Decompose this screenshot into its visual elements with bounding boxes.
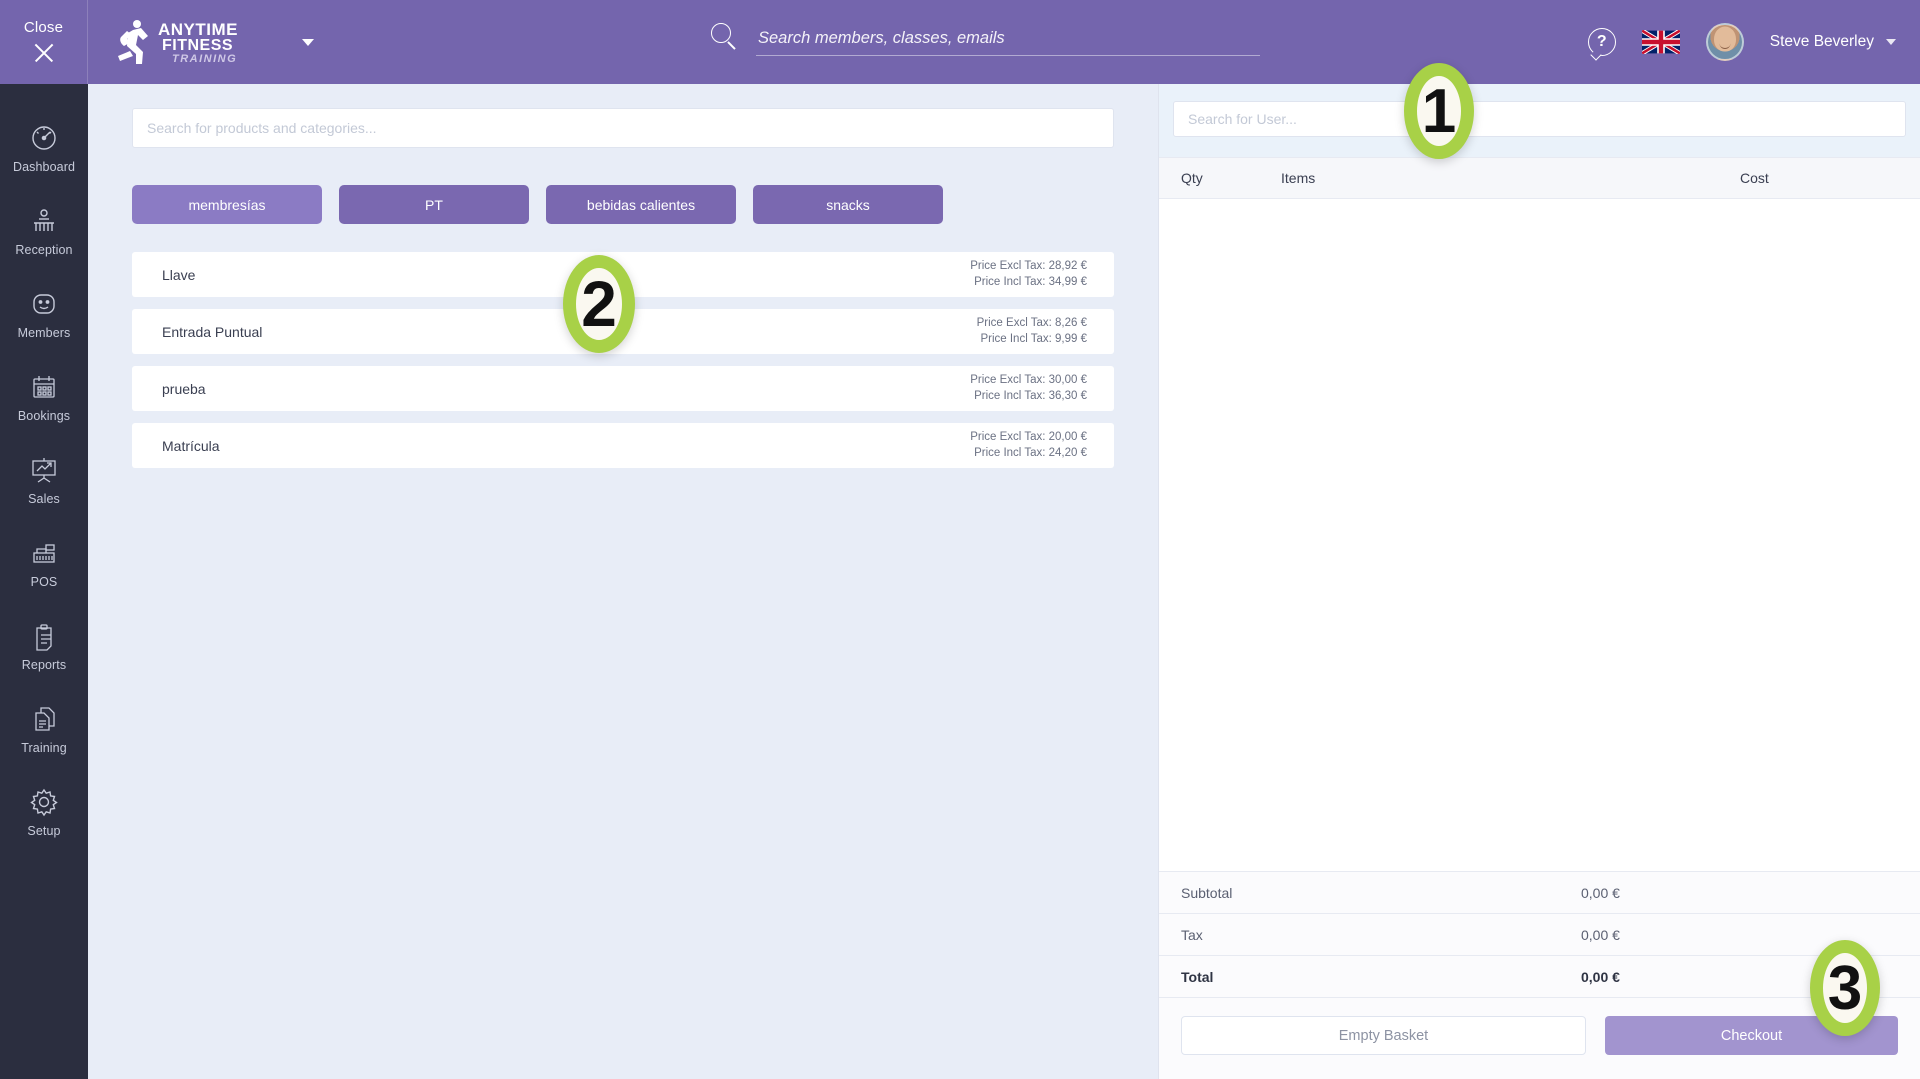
close-icon	[31, 40, 57, 66]
global-search-input[interactable]	[756, 25, 1260, 56]
sidebar-item-reception[interactable]: Reception	[0, 189, 88, 272]
subtotal-label: Subtotal	[1181, 884, 1233, 901]
union-jack-flag-icon[interactable]	[1641, 30, 1680, 54]
sidebar-item-bookings[interactable]: Bookings	[0, 355, 88, 438]
sidebar-item-dashboard[interactable]: Dashboard	[0, 106, 88, 189]
sidebar-label: Bookings	[17, 408, 71, 423]
sidebar-label: Dashboard	[12, 159, 76, 174]
search-icon	[710, 22, 740, 52]
price-excl-tax: Price Excl Tax: 30,00 €	[970, 374, 1087, 387]
product-catalog-panel: membresías PT bebidas calientes snacks L…	[88, 84, 1158, 1079]
reception-desk-icon	[28, 205, 60, 237]
basket-item-list	[1159, 199, 1920, 871]
sidebar-label: Training	[21, 740, 67, 755]
total-label: Total	[1181, 968, 1214, 985]
product-name: Matrícula	[162, 437, 220, 454]
anytime-fitness-logo-icon: ANYTIME FITNESS TRAINING	[118, 20, 238, 65]
pos-screen: Close ANYTIME FITNESS TRAINING Search me…	[0, 0, 1920, 1079]
column-header-qty: Qty	[1181, 170, 1203, 186]
column-header-items: Items	[1281, 170, 1316, 186]
price-excl-tax: Price Excl Tax: 8,26 €	[976, 317, 1087, 330]
product-price-block: Price Excl Tax: 8,26 € Price Incl Tax: 9…	[977, 316, 1087, 347]
product-price-block: Price Excl Tax: 30,00 € Price Incl Tax: …	[970, 373, 1087, 404]
sidebar-label: Members	[17, 325, 71, 340]
top-header-bar: Close ANYTIME FITNESS TRAINING Search me…	[0, 0, 1920, 84]
basket-table-header: Qty Items Cost	[1159, 157, 1920, 199]
gear-icon	[28, 786, 60, 818]
product-name: Llave	[162, 266, 196, 283]
product-price-block: Price Excl Tax: 28,92 € Price Incl Tax: …	[970, 259, 1087, 290]
avatar[interactable]	[1705, 23, 1744, 61]
chart-easel-icon	[28, 454, 60, 486]
sidebar-label: Reception	[15, 242, 73, 257]
svg-text:TRAINING: TRAINING	[172, 53, 237, 65]
product-row[interactable]: prueba Price Excl Tax: 30,00 € Price Inc…	[132, 366, 1114, 411]
product-price-block: Price Excl Tax: 20,00 € Price Incl Tax: …	[970, 430, 1087, 461]
username-label[interactable]: Steve Beverley	[1770, 33, 1874, 51]
tax-row: Tax 0,00 €	[1159, 913, 1920, 955]
price-incl-tax: Price Incl Tax: 9,99 €	[980, 332, 1087, 345]
price-incl-tax: Price Incl Tax: 36,30 €	[974, 389, 1087, 402]
empty-basket-button[interactable]: Empty Basket	[1181, 1016, 1586, 1055]
sidebar-label: Reports	[21, 657, 67, 672]
basket-totals: Subtotal 0,00 € Tax 0,00 € Total 0,00 €	[1159, 871, 1920, 997]
sidebar-item-reports[interactable]: Reports	[0, 604, 88, 687]
calendar-icon	[28, 371, 60, 403]
sidebar-item-pos[interactable]: POS	[0, 521, 88, 604]
category-button-bebidas-calientes[interactable]: bebidas calientes	[546, 185, 736, 224]
price-incl-tax: Price Incl Tax: 24,20 €	[974, 446, 1087, 459]
basket-action-buttons: Empty Basket Checkout	[1159, 997, 1920, 1079]
sidebar-item-setup[interactable]: Setup	[0, 770, 88, 853]
callout-badge-3: 3	[1810, 940, 1880, 1036]
sidebar-label: Setup	[27, 823, 61, 838]
category-button-pt[interactable]: PT	[339, 185, 529, 224]
total-row: Total 0,00 €	[1159, 955, 1920, 997]
left-sidebar-nav: Dashboard Reception Members Bookings Sal…	[0, 84, 88, 1079]
product-name: prueba	[162, 380, 206, 397]
user-search-input[interactable]	[1173, 101, 1906, 137]
user-search-area	[1159, 84, 1920, 157]
product-name: Entrada Puntual	[162, 323, 263, 340]
total-value: 0,00 €	[1581, 968, 1620, 985]
category-button-group: membresías PT bebidas calientes snacks	[132, 185, 1114, 224]
callout-badge-2: 2	[563, 255, 635, 353]
user-menu-caret-icon[interactable]	[1886, 39, 1896, 45]
brand-logo-area[interactable]: ANYTIME FITNESS TRAINING	[110, 16, 314, 68]
subtotal-value: 0,00 €	[1581, 884, 1620, 901]
svg-text:FITNESS: FITNESS	[162, 37, 233, 54]
basket-panel: Qty Items Cost Subtotal 0,00 € Tax 0,00 …	[1158, 84, 1920, 1079]
category-button-membresias[interactable]: membresías	[132, 185, 322, 224]
sidebar-label: POS	[30, 574, 58, 589]
price-excl-tax: Price Excl Tax: 20,00 €	[970, 431, 1087, 444]
header-right-controls: ? Steve Beverley	[1587, 0, 1896, 84]
sidebar-label: Sales	[28, 491, 60, 506]
price-incl-tax: Price Incl Tax: 34,99 €	[974, 275, 1087, 288]
clipboard-icon	[28, 620, 60, 652]
help-icon[interactable]: ?	[1587, 28, 1616, 61]
column-header-cost: Cost	[1740, 170, 1769, 186]
global-search[interactable]	[710, 22, 1260, 56]
speedometer-icon	[28, 122, 60, 154]
brand-dropdown-caret-icon[interactable]	[302, 38, 314, 46]
sidebar-item-members[interactable]: Members	[0, 272, 88, 355]
product-row[interactable]: Matrícula Price Excl Tax: 20,00 € Price …	[132, 423, 1114, 468]
tax-label: Tax	[1181, 926, 1203, 943]
callout-badge-1: 1	[1404, 63, 1474, 159]
smiley-face-icon	[28, 288, 60, 320]
documents-icon	[28, 703, 60, 735]
category-button-snacks[interactable]: snacks	[753, 185, 943, 224]
close-button[interactable]: Close	[0, 0, 88, 84]
sidebar-item-sales[interactable]: Sales	[0, 438, 88, 521]
close-label: Close	[23, 18, 64, 36]
subtotal-row: Subtotal 0,00 €	[1159, 871, 1920, 913]
product-search-input[interactable]	[132, 108, 1114, 148]
tax-value: 0,00 €	[1581, 926, 1620, 943]
cash-register-icon	[28, 537, 60, 569]
sidebar-item-training[interactable]: Training	[0, 687, 88, 770]
price-excl-tax: Price Excl Tax: 28,92 €	[970, 260, 1087, 273]
